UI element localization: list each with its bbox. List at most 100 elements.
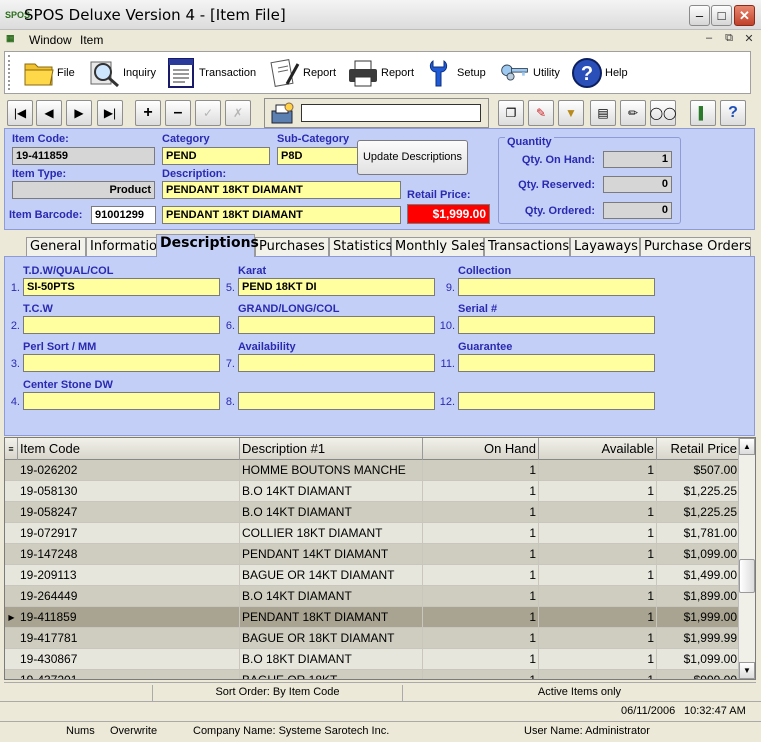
minimize-button[interactable]: – [689, 5, 710, 26]
inquiry-button[interactable]: Inquiry [89, 56, 156, 90]
table-row[interactable]: 19-417781 BAGUE OR 18KT DIAMANT 1 1 $1,999.9… [5, 628, 740, 649]
search-input[interactable] [301, 104, 481, 122]
cell-item-code[interactable]: 19-147248 [18, 544, 240, 565]
desc-field-9[interactable] [458, 278, 655, 296]
help-question-icon[interactable]: ? [720, 100, 746, 126]
cell-available[interactable]: 1 [539, 586, 657, 607]
col-header-available[interactable]: Available [539, 438, 657, 460]
desc-field-8[interactable] [238, 392, 435, 410]
row-selector[interactable] [5, 460, 18, 481]
cell-on-hand[interactable]: 1 [423, 460, 539, 481]
tab-statistics[interactable]: Statistics [329, 237, 392, 256]
desc-field-7[interactable] [238, 354, 435, 372]
next-record-button[interactable]: ▶ [66, 100, 92, 126]
first-record-button[interactable]: |◀ [7, 100, 33, 126]
cell-description[interactable]: PENDANT 14KT DIAMANT [240, 544, 423, 565]
desc-field-3[interactable] [23, 354, 220, 372]
row-selector[interactable] [5, 628, 18, 649]
cell-description[interactable]: B.O 18KT DIAMANT [240, 649, 423, 670]
cell-on-hand[interactable]: 1 [423, 544, 539, 565]
delete-record-button[interactable]: – [165, 100, 191, 126]
row-selector[interactable] [5, 544, 18, 565]
cell-on-hand[interactable]: 1 [423, 628, 539, 649]
update-descriptions-button[interactable]: Update Descriptions [357, 140, 468, 175]
cell-retail-price[interactable]: $999.00 [657, 670, 740, 679]
cell-available[interactable]: 1 [539, 607, 657, 628]
cell-available[interactable]: 1 [539, 481, 657, 502]
menu-item[interactable]: Item [80, 33, 103, 47]
row-selector[interactable] [5, 481, 18, 502]
menu-window[interactable]: Window [29, 33, 72, 47]
table-row[interactable]: 19-147248 PENDANT 14KT DIAMANT 1 1 $1,099.00 [5, 544, 740, 565]
setup-button[interactable]: Setup [423, 56, 486, 90]
desc-field-10[interactable] [458, 316, 655, 334]
tab-purchases[interactable]: Purchases [255, 237, 329, 256]
desc-field-1[interactable]: SI-50PTS [23, 278, 220, 296]
cell-available[interactable]: 1 [539, 670, 657, 679]
cell-item-code[interactable]: 19-411859 [18, 607, 240, 628]
cell-on-hand[interactable]: 1 [423, 481, 539, 502]
cell-available[interactable]: 1 [539, 523, 657, 544]
tab-general[interactable]: General [26, 237, 86, 256]
cell-item-code[interactable]: 19-264449 [18, 586, 240, 607]
cell-retail-price[interactable]: $507.00 [657, 460, 740, 481]
add-record-button[interactable]: + [135, 100, 161, 126]
desc-field-4[interactable] [23, 392, 220, 410]
table-row[interactable]: 19-058130 B.O 14KT DIAMANT 1 1 $1,225.25 [5, 481, 740, 502]
transaction-button[interactable]: Transaction [165, 56, 256, 90]
cell-item-code[interactable]: 19-417781 [18, 628, 240, 649]
cell-available[interactable]: 1 [539, 544, 657, 565]
cell-retail-price[interactable]: $1,999.00 [657, 607, 740, 628]
scroll-down-icon[interactable]: ▼ [739, 662, 755, 679]
cell-on-hand[interactable]: 1 [423, 586, 539, 607]
search-icon[interactable] [269, 101, 297, 127]
print-report-button[interactable]: Report [347, 56, 414, 90]
col-header-item-code[interactable]: Item Code [18, 438, 240, 460]
description-field-2[interactable]: PENDANT 18KT DIAMANT [162, 206, 401, 224]
desc-field-2[interactable] [23, 316, 220, 334]
toolbar-grip[interactable] [8, 55, 12, 90]
cell-retail-price[interactable]: $1,781.00 [657, 523, 740, 544]
row-selector[interactable] [5, 649, 18, 670]
cell-on-hand[interactable]: 1 [423, 523, 539, 544]
col-header-retail-price[interactable]: Retail Price [657, 438, 740, 460]
file-button[interactable]: File [23, 56, 75, 90]
row-selector[interactable] [5, 523, 18, 544]
cell-available[interactable]: 1 [539, 649, 657, 670]
cell-available[interactable]: 1 [539, 628, 657, 649]
col-header-on-hand[interactable]: On Hand [423, 438, 539, 460]
cell-description[interactable]: COLLIER 18KT DIAMANT [240, 523, 423, 544]
edit-document-icon[interactable]: ✏ [620, 100, 646, 126]
last-record-button[interactable]: ▶| [97, 100, 123, 126]
mdi-restore-button[interactable]: ⧉ [720, 32, 738, 47]
cell-retail-price[interactable]: $1,999.99 [657, 628, 740, 649]
cell-description[interactable]: BAGUE OR 18KT [240, 670, 423, 679]
cell-retail-price[interactable]: $1,099.00 [657, 649, 740, 670]
current-row-indicator-icon[interactable]: ▶ [5, 607, 18, 628]
cell-on-hand[interactable]: 1 [423, 670, 539, 679]
report-button[interactable]: Report [269, 56, 336, 90]
cell-description[interactable]: B.O 14KT DIAMANT [240, 481, 423, 502]
item-code-field[interactable]: 19-411859 [12, 147, 155, 165]
previous-record-button[interactable]: ◀ [36, 100, 62, 126]
cell-retail-price[interactable]: $1,225.25 [657, 481, 740, 502]
tab-layaways[interactable]: Layaways [570, 237, 640, 256]
scroll-thumb[interactable] [739, 559, 755, 593]
tab-information[interactable]: Information [86, 237, 158, 256]
cell-available[interactable]: 1 [539, 460, 657, 481]
table-row[interactable]: 19-026202 HOMME BOUTONS MANCHE 1 1 $507.00 [5, 460, 740, 481]
utility-button[interactable]: Utility [499, 56, 560, 90]
exit-door-icon[interactable]: ▌ [690, 100, 716, 126]
cancel-edit-button[interactable]: ✗ [225, 100, 251, 126]
copy-icon[interactable]: ❐ [498, 100, 524, 126]
cell-item-code[interactable]: 19-058130 [18, 481, 240, 502]
mdi-minimize-button[interactable]: – [700, 32, 718, 47]
cell-description[interactable]: HOMME BOUTONS MANCHE [240, 460, 423, 481]
eraser-icon[interactable]: ✎ [528, 100, 554, 126]
item-type-field[interactable]: Product [12, 181, 155, 199]
row-selector[interactable] [5, 565, 18, 586]
desc-field-12[interactable] [458, 392, 655, 410]
cell-retail-price[interactable]: $1,099.00 [657, 544, 740, 565]
cell-available[interactable]: 1 [539, 502, 657, 523]
row-selector[interactable] [5, 502, 18, 523]
